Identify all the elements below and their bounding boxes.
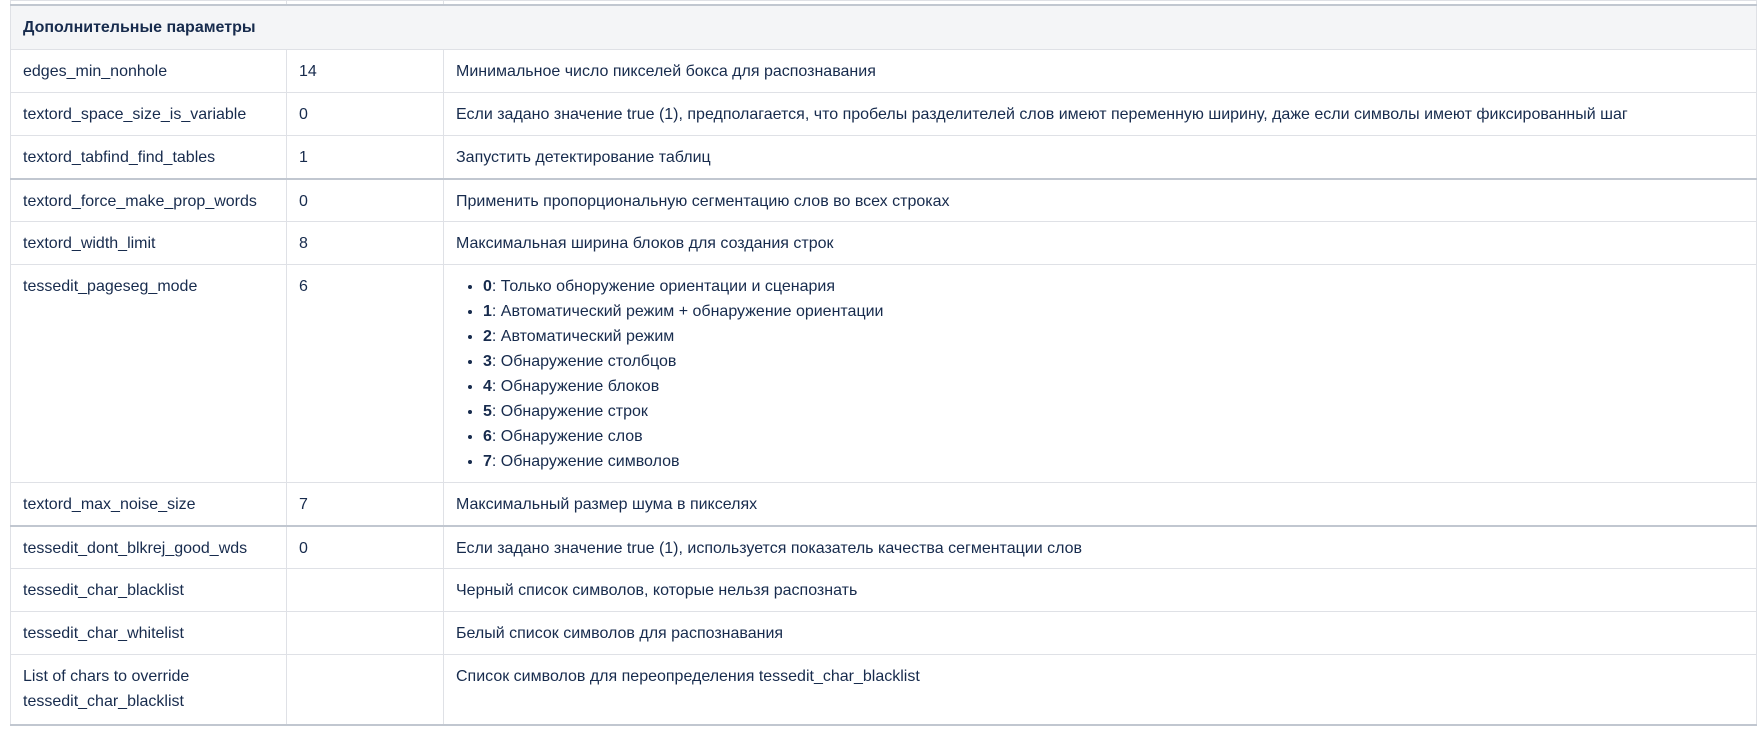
param-name: textord_force_make_prop_words (10, 178, 287, 222)
mode-text: : Обнаружение блоков (491, 378, 660, 395)
mode-number: 7 (483, 453, 492, 470)
param-value: 6 (286, 264, 444, 483)
param-name: tessedit_pageseg_mode (10, 264, 287, 483)
list-item: 0: Только обноружение ориентации и сцена… (483, 274, 1744, 299)
section-title: Дополнительные параметры (10, 4, 1757, 50)
list-item: 7: Обнаружение символов (483, 449, 1744, 474)
section-header-row: Дополнительные параметры (10, 4, 1757, 50)
table-row: textord_space_size_is_variable 0 Если за… (10, 92, 1757, 136)
table-row: tessedit_pageseg_mode 6 0: Только обнору… (10, 264, 1757, 483)
mode-number: 1 (483, 303, 492, 320)
mode-number: 5 (483, 403, 492, 420)
table-row: textord_width_limit 8 Максимальная ширин… (10, 221, 1757, 265)
mode-number: 4 (483, 378, 492, 395)
param-name: List of chars to override tessedit_char_b… (10, 654, 287, 726)
list-item: 1: Автоматический режим + обнаружение ор… (483, 299, 1744, 324)
mode-number: 0 (483, 278, 492, 295)
mode-text: : Автоматический режим (491, 328, 675, 345)
parameters-table: Дополнительные параметры edges_min_nonho… (10, 0, 1757, 726)
list-item: 6: Обнаружение слов (483, 424, 1744, 449)
param-value (286, 611, 444, 655)
param-value: 7 (286, 482, 444, 527)
table-row: tessedit_char_whitelist Белый список сим… (10, 611, 1757, 655)
param-value: 0 (286, 525, 444, 569)
table-row: textord_force_make_prop_words 0 Применит… (10, 178, 1757, 222)
mode-number: 3 (483, 353, 492, 370)
param-value: 0 (286, 178, 444, 222)
mode-text: : Обнаружение символов (491, 453, 680, 470)
param-value: 8 (286, 221, 444, 265)
table-row: tessedit_dont_blkrej_good_wds 0 Если зад… (10, 525, 1757, 569)
table-row: textord_max_noise_size 7 Максимальный ра… (10, 482, 1757, 527)
param-description: Черный список символов, которые нельзя р… (443, 568, 1757, 612)
param-value: 0 (286, 92, 444, 136)
table-row: edges_min_nonhole 14 Минимальное число п… (10, 49, 1757, 93)
param-value: 1 (286, 135, 444, 180)
param-name-line: tessedit_char_blacklist (23, 693, 184, 710)
param-value: 14 (286, 49, 444, 93)
param-value (286, 654, 444, 726)
mode-text: : Только обноружение ориентации и сценар… (491, 278, 835, 295)
mode-number: 2 (483, 328, 492, 345)
param-name: edges_min_nonhole (10, 49, 287, 93)
mode-text: : Обнаружение столбцов (491, 353, 677, 370)
page: Дополнительные параметры edges_min_nonho… (0, 0, 1763, 732)
mode-text: : Обнаружение строк (491, 403, 648, 420)
mode-text: : Автоматический режим + обнаружение ори… (491, 303, 884, 320)
param-name: textord_space_size_is_variable (10, 92, 287, 136)
param-description: Минимальное число пикселей бокса для рас… (443, 49, 1757, 93)
mode-number: 6 (483, 428, 492, 445)
param-description: Применить пропорциональную сегментацию с… (443, 178, 1757, 222)
param-name: textord_tabfind_find_tables (10, 135, 287, 180)
param-description: Если задано значение true (1), используе… (443, 525, 1757, 569)
pageseg-mode-list: 0: Только обноружение ориентации и сцена… (456, 274, 1744, 474)
param-name: tessedit_char_whitelist (10, 611, 287, 655)
param-name: tessedit_dont_blkrej_good_wds (10, 525, 287, 569)
list-item: 3: Обнаружение столбцов (483, 349, 1744, 374)
param-description: Белый список символов для распознавания (443, 611, 1757, 655)
mode-text: : Обнаружение слов (491, 428, 643, 445)
param-description: Максимальный размер шума в пикселях (443, 482, 1757, 527)
param-description: Список символов для переопределения tess… (443, 654, 1757, 726)
param-description: Максимальная ширина блоков для создания … (443, 221, 1757, 265)
list-item: 5: Обнаружение строк (483, 399, 1744, 424)
list-item: 4: Обнаружение блоков (483, 374, 1744, 399)
param-description: 0: Только обноружение ориентации и сцена… (443, 264, 1757, 483)
param-value (286, 568, 444, 612)
param-description: Запустить детектирование таблиц (443, 135, 1757, 180)
table-row: tessedit_char_blacklist Черный список си… (10, 568, 1757, 612)
table-row: List of chars to override tessedit_char_b… (10, 654, 1757, 726)
param-name: textord_width_limit (10, 221, 287, 265)
list-item: 2: Автоматический режим (483, 324, 1744, 349)
param-name: textord_max_noise_size (10, 482, 287, 527)
param-description: Если задано значение true (1), предполаг… (443, 92, 1757, 136)
param-name-line: List of chars to override (23, 668, 190, 685)
table-row: textord_tabfind_find_tables 1 Запустить … (10, 135, 1757, 180)
param-name: tessedit_char_blacklist (10, 568, 287, 612)
